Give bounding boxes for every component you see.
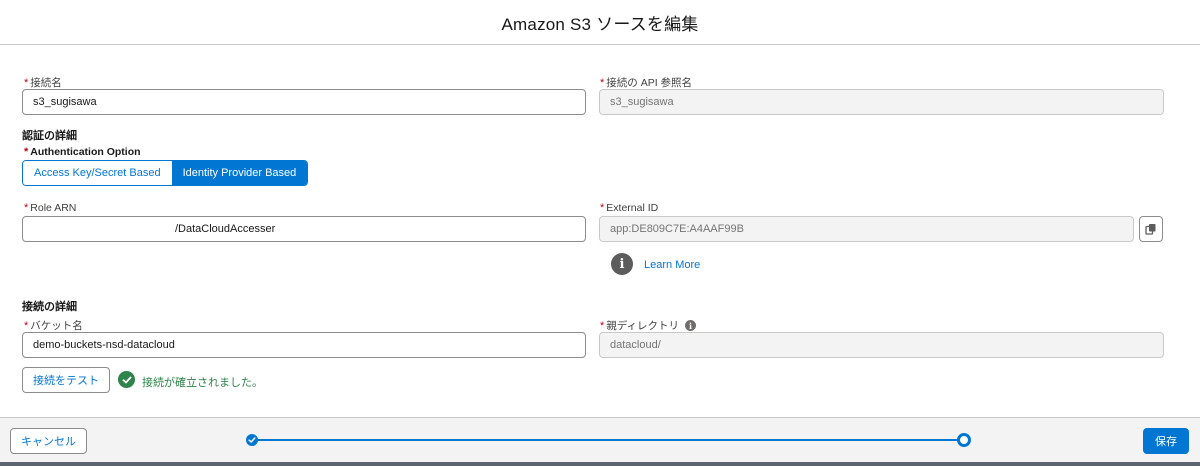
required-marker: * xyxy=(24,319,29,332)
role-arn-label: * Role ARN xyxy=(24,202,77,214)
parent-dir-input: datacloud/ xyxy=(599,332,1164,358)
external-id-input: app:DE809C7E:A4AAF99B xyxy=(599,216,1134,242)
required-marker: * xyxy=(600,76,605,89)
connection-name-label: * 接続名 xyxy=(24,76,62,90)
checkmark-icon xyxy=(248,437,256,443)
page-title: Amazon S3 ソースを編集 xyxy=(501,14,699,34)
api-name-input: s3_sugisawa xyxy=(599,89,1164,115)
required-marker: * xyxy=(24,76,29,89)
required-marker: * xyxy=(24,202,29,214)
required-marker: * xyxy=(600,319,605,332)
cancel-button[interactable]: キャンセル xyxy=(10,428,87,454)
test-connection-button[interactable]: 接続をテスト xyxy=(22,367,110,393)
auth-option-access-key[interactable]: Access Key/Secret Based xyxy=(23,161,172,185)
external-id-label: * External ID xyxy=(600,202,659,214)
bottom-bar xyxy=(0,462,1200,466)
save-button[interactable]: 保存 xyxy=(1143,428,1189,454)
modal-footer: キャンセル 保存 xyxy=(0,417,1200,462)
auth-option-toggle: Access Key/Secret Based Identity Provide… xyxy=(22,160,309,186)
success-check-icon xyxy=(118,371,135,388)
progress-bar xyxy=(253,439,963,441)
auth-option-identity-provider[interactable]: Identity Provider Based xyxy=(171,161,308,185)
checkmark-icon xyxy=(122,376,131,383)
progress-step-1[interactable] xyxy=(246,434,258,446)
connection-name-input[interactable]: s3_sugisawa xyxy=(22,89,586,115)
parent-dir-info-icon[interactable]: i xyxy=(685,320,697,331)
required-marker: * xyxy=(24,146,29,158)
learn-more-link[interactable]: Learn More xyxy=(644,259,700,271)
bucket-name-label: * バケット名 xyxy=(24,319,83,333)
success-message: 接続が確立されました。 xyxy=(142,377,263,389)
modal-header: Amazon S3 ソースを編集 xyxy=(0,0,1200,45)
modal-body: * 接続名 s3_sugisawa * 接続の API 参照名 s3_sugis… xyxy=(0,45,1200,417)
role-arn-input[interactable]: /DataCloudAccesser xyxy=(22,216,586,242)
progress-step-2[interactable] xyxy=(957,433,971,447)
auth-section-title: 認証の詳細 xyxy=(22,130,77,142)
copy-button[interactable] xyxy=(1139,216,1163,242)
bucket-name-input[interactable]: demo-buckets-nsd-datacloud xyxy=(22,332,586,358)
details-section-title: 接続の詳細 xyxy=(22,301,77,313)
required-marker: * xyxy=(600,202,605,214)
parent-dir-label: * 親ディレクトリ i xyxy=(600,318,697,333)
auth-option-label: * Authentication Option xyxy=(24,146,141,158)
copy-icon xyxy=(1145,224,1156,235)
info-icon: i xyxy=(611,253,633,275)
api-name-label: * 接続の API 参照名 xyxy=(600,76,693,90)
